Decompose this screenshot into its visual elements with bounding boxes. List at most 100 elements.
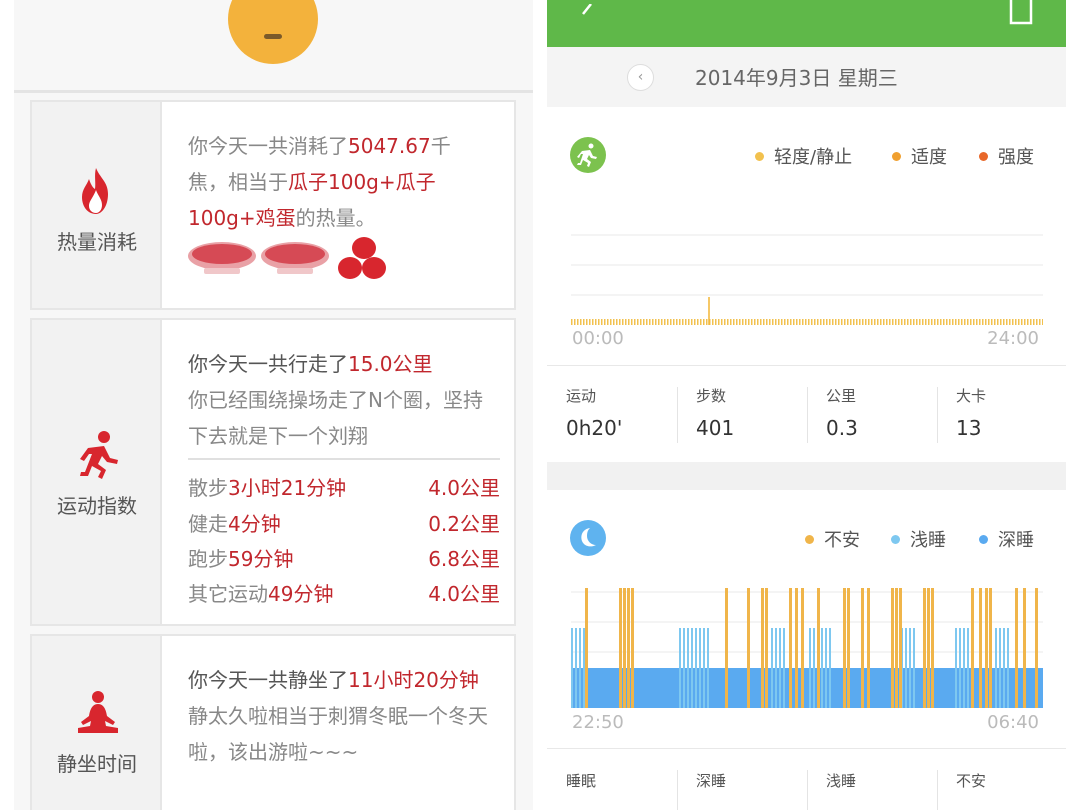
legend-swatch xyxy=(979,534,988,544)
restless-bar xyxy=(1015,588,1018,708)
sitting-label: 静坐时间 xyxy=(57,752,137,776)
restless-bar xyxy=(619,588,622,708)
exercise-text-1: 你今天一共行走了 xyxy=(188,352,348,376)
light-sleep-bar xyxy=(909,628,911,708)
legend-swatch xyxy=(805,534,814,544)
activity-tick xyxy=(1036,319,1038,325)
calorie-label: 热量消耗 xyxy=(57,230,137,254)
legend-swatch xyxy=(979,151,988,161)
activity-tick xyxy=(589,319,591,325)
restless-bar xyxy=(843,588,846,708)
activity-tick xyxy=(592,319,594,325)
restless-bar xyxy=(927,588,930,708)
activity-row-walk-distance: 4.0公里 xyxy=(428,476,500,500)
walk-distance: 15.0公里 xyxy=(348,352,433,376)
restless-bar xyxy=(585,588,588,708)
divider xyxy=(547,748,1066,749)
restless-bar xyxy=(747,588,750,708)
restless-bar xyxy=(891,588,894,708)
activity-tick xyxy=(868,319,870,325)
light-sleep-bar xyxy=(691,628,693,708)
activity-tick xyxy=(796,319,798,325)
light-sleep-bar xyxy=(995,628,997,708)
activity-tick xyxy=(682,319,684,325)
activity-row-run-distance: 6.8公里 xyxy=(428,547,500,571)
activity-tick xyxy=(940,319,942,325)
activity-tick xyxy=(748,319,750,325)
activity-tick xyxy=(964,319,966,325)
previous-day-button[interactable]: ‹ xyxy=(627,64,654,91)
activity-tick xyxy=(853,319,855,325)
divider xyxy=(547,365,1066,366)
activity-tick xyxy=(751,319,753,325)
activity-tick xyxy=(622,319,624,325)
back-arrow-icon[interactable] xyxy=(577,4,597,24)
activity-tick xyxy=(1021,319,1023,325)
activity-tick xyxy=(922,319,924,325)
activity-row-brisk-walk: 健走4分钟 xyxy=(188,512,281,536)
activity-tick xyxy=(874,319,876,325)
activity-tick xyxy=(913,319,915,325)
activity-tick xyxy=(775,319,777,325)
activity-tick xyxy=(613,319,615,325)
activity-tick xyxy=(1018,319,1020,325)
activity-tick xyxy=(841,319,843,325)
x-axis-start: 22:50 xyxy=(572,712,624,733)
activity-tick xyxy=(679,319,681,325)
divider xyxy=(807,770,808,810)
activity-tick xyxy=(694,319,696,325)
activity-tick xyxy=(880,319,882,325)
activity-tick xyxy=(745,319,747,325)
legend-light: 轻度/静止 xyxy=(755,143,852,169)
sitting-label-cell: 静坐时间 xyxy=(32,636,162,810)
activity-tick xyxy=(631,319,633,325)
restless-bar xyxy=(789,588,792,708)
activity-tick xyxy=(727,319,729,325)
activity-tick xyxy=(994,319,996,325)
light-sleep-bar xyxy=(779,628,781,708)
activity-tick xyxy=(838,319,840,325)
activity-tick xyxy=(931,319,933,325)
activity-row-run: 跑步59分钟 xyxy=(188,547,294,571)
activity-tick xyxy=(1000,319,1002,325)
activity-tick xyxy=(895,319,897,325)
calorie-text-1: 你今天一共消耗了 xyxy=(188,134,348,158)
activity-tick xyxy=(889,319,891,325)
restless-bar xyxy=(1023,588,1026,708)
activity-tick xyxy=(580,319,582,325)
calorie-value: 5047.67 xyxy=(348,134,431,158)
activity-row-other: 其它运动49分钟 xyxy=(188,582,334,606)
activity-tick xyxy=(1042,319,1043,325)
activity-tick xyxy=(619,319,621,325)
legend-swatch xyxy=(755,151,764,161)
exercise-card: 运动指数 你今天一共行走了15.0公里 你已经围绕操场走了N个圈，坚持下去就是下… xyxy=(30,318,516,626)
activity-tick xyxy=(832,319,834,325)
activity-tick xyxy=(943,319,945,325)
restless-bar xyxy=(623,588,626,708)
activity-tick xyxy=(607,319,609,325)
restless-bar xyxy=(1035,588,1038,708)
activity-tick xyxy=(724,319,726,325)
activity-tick xyxy=(958,319,960,325)
activity-tick xyxy=(778,319,780,325)
daily-tracker-panel: ‹ 2014年9月3日 星期三 轻度/静止 适度 强度 00:00 24:00 xyxy=(547,0,1066,810)
light-sleep-bar xyxy=(829,628,831,708)
app-header xyxy=(547,0,1066,47)
light-sleep-bar xyxy=(703,628,705,708)
light-sleep-bar xyxy=(963,628,965,708)
activity-tick xyxy=(928,319,930,325)
divider xyxy=(188,458,500,460)
activity-tick xyxy=(886,319,888,325)
restless-bar xyxy=(899,588,902,708)
activity-tick xyxy=(829,319,831,325)
calendar-icon[interactable] xyxy=(1009,0,1033,26)
sleep-card: 不安 浅睡 深睡 22:50 06:40 睡眠 深睡 浅睡 不安 xyxy=(547,490,1066,810)
activity-tick xyxy=(823,319,825,325)
activity-tick xyxy=(961,319,963,325)
activity-tick xyxy=(847,319,849,325)
calorie-label-cell: 热量消耗 xyxy=(32,102,162,308)
activity-tick xyxy=(808,319,810,325)
activity-tick xyxy=(865,319,867,325)
activity-tick xyxy=(790,319,792,325)
exercise-label: 运动指数 xyxy=(57,494,137,518)
